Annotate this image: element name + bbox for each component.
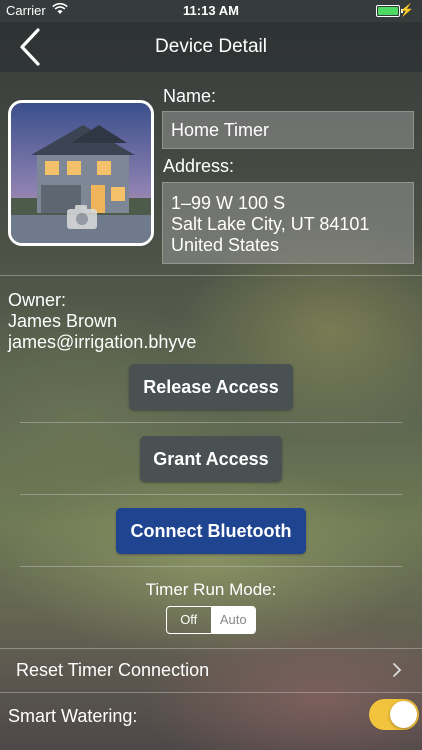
page-title: Device Detail	[155, 36, 267, 57]
address-line-3: United States	[171, 235, 280, 255]
address-line-2: Salt Lake City, UT 84101	[171, 214, 370, 234]
clock: 11:13 AM	[183, 3, 239, 18]
address-field[interactable]: 1–99 W 100 S Salt Lake City, UT 84101 Un…	[162, 182, 414, 264]
reset-timer-connection-row[interactable]: Reset Timer Connection	[0, 648, 422, 692]
reset-timer-connection-label: Reset Timer Connection	[16, 660, 210, 680]
device-photo[interactable]	[8, 100, 154, 246]
address-line-1: 1–99 W 100 S	[171, 193, 286, 213]
smart-watering-row: Smart Watering:	[0, 692, 422, 736]
divider	[20, 566, 402, 567]
status-bar: Carrier 11:13 AM ⚡	[0, 0, 422, 22]
divider	[20, 422, 402, 423]
connect-bluetooth-button[interactable]: Connect Bluetooth	[116, 508, 306, 554]
timer-run-mode-control[interactable]: Off Auto	[166, 606, 256, 634]
address-label: Address:	[163, 156, 235, 176]
owner-section: Owner: James Brown james@irrigation.bhyv…	[8, 290, 196, 353]
toggle-knob	[390, 701, 417, 728]
owner-email: james@irrigation.bhyve	[8, 332, 197, 352]
divider	[20, 494, 402, 495]
house-image	[11, 103, 151, 243]
run-mode-auto-option[interactable]: Auto	[211, 607, 255, 633]
run-mode-off-option[interactable]: Off	[167, 607, 212, 633]
navigation-bar: Device Detail	[0, 22, 422, 72]
release-access-button[interactable]: Release Access	[129, 364, 293, 410]
name-value: Home Timer	[171, 120, 270, 140]
name-field[interactable]: Home Timer	[162, 111, 414, 149]
grant-access-button[interactable]: Grant Access	[140, 436, 282, 482]
owner-name: James Brown	[8, 311, 118, 331]
smart-watering-toggle[interactable]	[369, 699, 419, 730]
divider	[0, 275, 422, 276]
chevron-right-icon	[393, 663, 402, 677]
owner-label: Owner:	[8, 290, 67, 310]
name-label: Name:	[163, 86, 217, 106]
timer-run-mode-label: Timer Run Mode:	[145, 580, 277, 599]
smart-watering-label: Smart Watering:	[8, 706, 138, 726]
charging-icon: ⚡	[399, 3, 414, 17]
battery-icon	[376, 5, 403, 17]
